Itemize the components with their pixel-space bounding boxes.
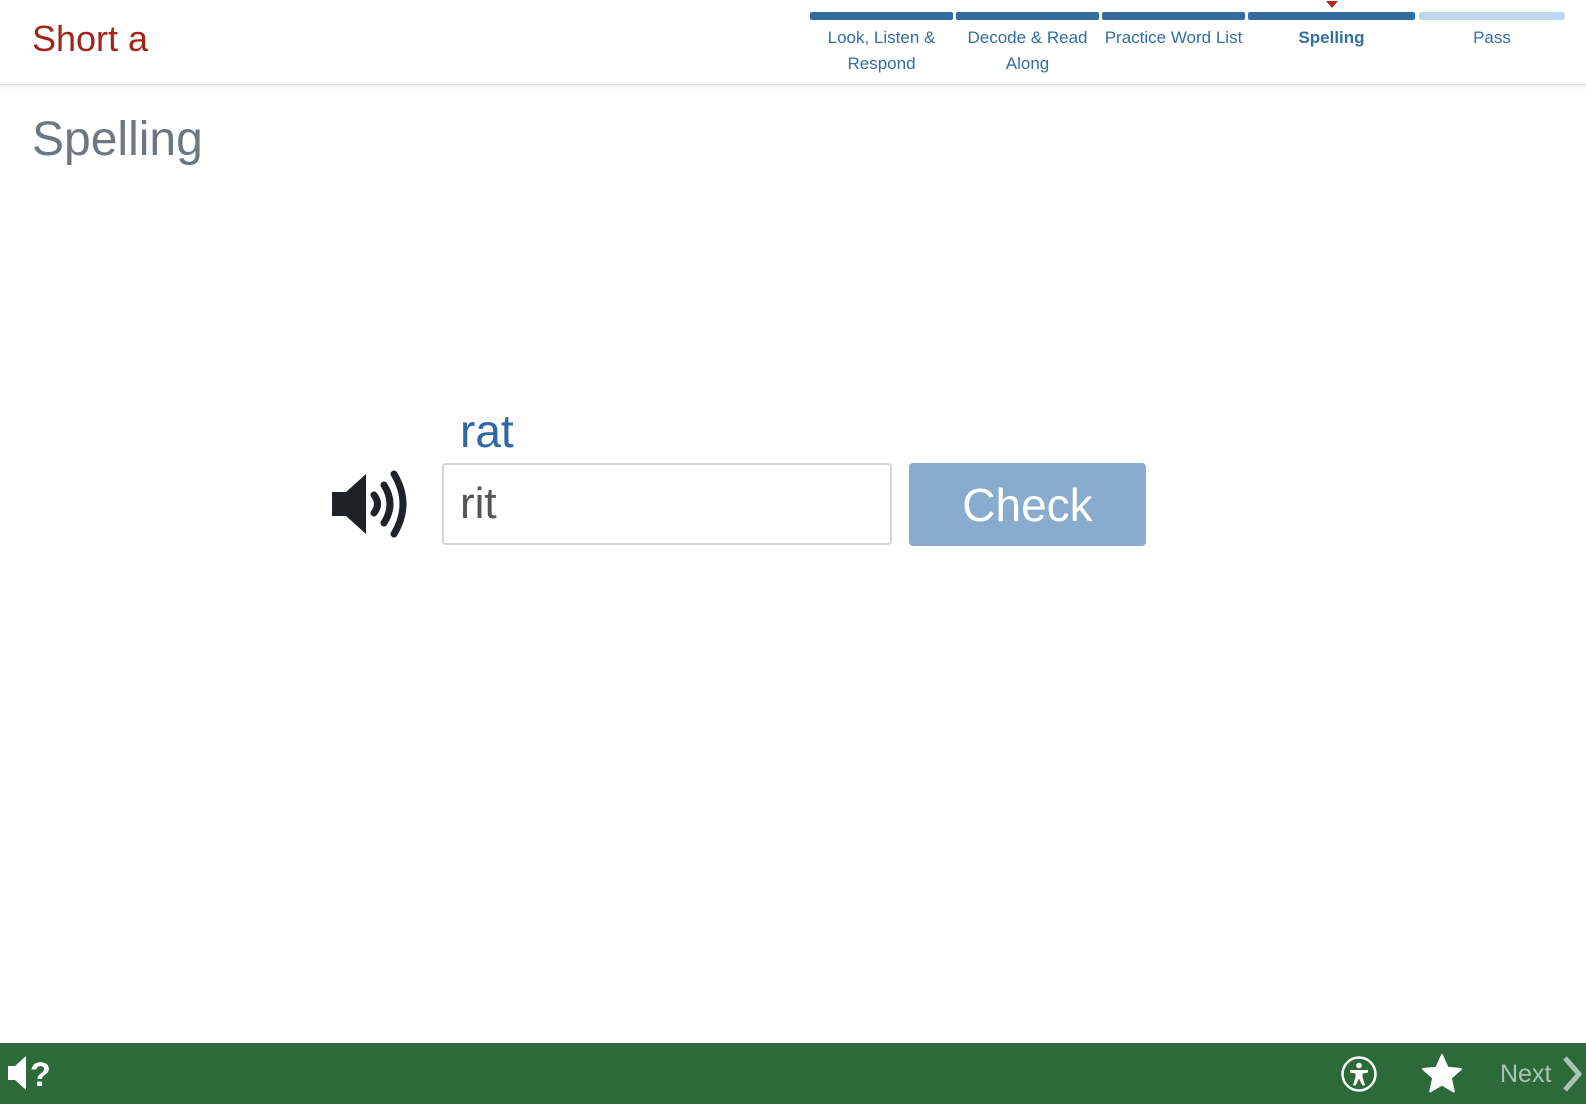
play-audio-button[interactable]	[330, 468, 414, 540]
audio-help-button[interactable]: ?	[6, 1052, 58, 1094]
progress-steps: Look, Listen & Respond Decode & Read Alo…	[810, 1, 1566, 82]
step-label: Look, Listen & Respond	[827, 28, 936, 73]
step-bar	[1248, 12, 1415, 20]
check-button[interactable]: Check	[909, 463, 1146, 546]
footer-bar: ? Next	[0, 1043, 1586, 1104]
accessibility-button[interactable]	[1340, 1055, 1378, 1093]
chevron-right-icon	[1563, 1056, 1582, 1092]
svg-text:?: ?	[30, 1056, 51, 1094]
lesson-title: Short a	[32, 18, 149, 59]
step-decode-read-along[interactable]: Decode & Read Along	[956, 12, 1099, 77]
header-bar: Short a Look, Listen & Respond Decode & …	[0, 0, 1586, 85]
next-button[interactable]: Next	[1500, 1053, 1583, 1095]
step-practice-word-list[interactable]: Practice Word List	[1102, 12, 1245, 51]
star-icon	[1422, 1054, 1462, 1093]
step-label: Practice Word List	[1104, 28, 1243, 47]
speaker-icon	[332, 470, 407, 538]
target-word: rat	[460, 405, 514, 457]
current-step-marker-icon	[1325, 1, 1338, 8]
step-label: Spelling	[1298, 28, 1365, 47]
app-root: Short a Look, Listen & Respond Decode & …	[0, 0, 1586, 1104]
spelling-answer-input[interactable]	[442, 463, 892, 545]
accessibility-icon	[1341, 1056, 1377, 1092]
page-title: Spelling	[32, 113, 203, 166]
step-label: Pass	[1473, 28, 1511, 47]
step-bar	[1102, 12, 1245, 20]
step-bar	[810, 12, 953, 20]
next-label: Next	[1500, 1059, 1552, 1088]
step-look-listen-respond[interactable]: Look, Listen & Respond	[810, 12, 953, 77]
step-spelling[interactable]: Spelling	[1248, 1, 1415, 51]
step-pass[interactable]: Pass	[1419, 12, 1565, 51]
favorite-button[interactable]	[1420, 1052, 1464, 1096]
step-bar	[956, 12, 1099, 20]
step-label: Decode & Read Along	[967, 28, 1088, 73]
audio-help-icon: ?	[8, 1056, 51, 1094]
step-bar	[1419, 12, 1565, 20]
